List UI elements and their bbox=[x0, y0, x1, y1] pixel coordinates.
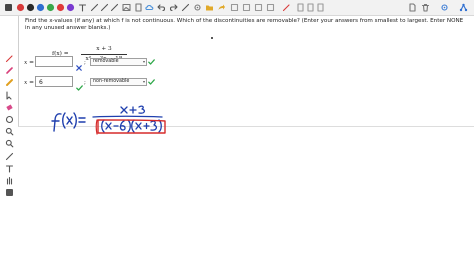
handwritten-6 bbox=[119, 120, 126, 131]
handwritten-den-plus bbox=[143, 122, 150, 130]
handwritten-f bbox=[53, 113, 62, 132]
handwritten-den-close-paren-2 bbox=[158, 119, 162, 133]
handwritten-den-x-2 bbox=[135, 122, 142, 130]
handwritten-den-open-paren-2 bbox=[131, 119, 135, 133]
handwritten-den-open-paren-1 bbox=[101, 119, 105, 133]
highlight-box-left-edge bbox=[95, 119, 98, 135]
handwritten-den-close-paren-1 bbox=[127, 119, 131, 133]
handwritten-lhs bbox=[51, 112, 86, 132]
app-window: Find the x-values (if any) at which f is… bbox=[0, 0, 474, 266]
handwritten-num-x bbox=[120, 106, 128, 114]
handwriting-canvas bbox=[51, 105, 166, 135]
handwritten-3 bbox=[138, 105, 146, 114]
handwritten-open-paren bbox=[62, 112, 66, 129]
handwritten-den-3 bbox=[150, 120, 158, 131]
handwritten-fraction bbox=[92, 105, 163, 133]
handwritten-close-paren bbox=[73, 112, 77, 129]
handwritten-den-x-1 bbox=[105, 122, 112, 130]
handwritten-x bbox=[66, 116, 73, 125]
handwritten-plus bbox=[129, 106, 137, 114]
handwritten-equals bbox=[78, 117, 86, 123]
handwritten-fraction-bar bbox=[92, 115, 163, 118]
